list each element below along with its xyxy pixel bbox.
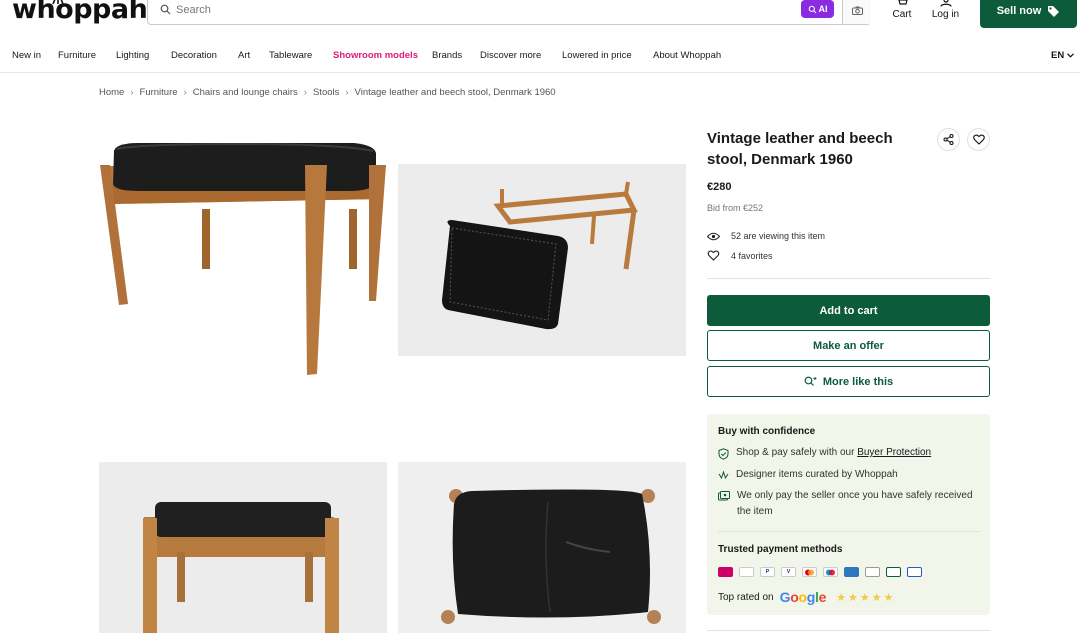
nav-item-tableware[interactable]: Tableware: [269, 50, 312, 61]
whoppah-logo[interactable]: whoppah®: [12, 0, 155, 25]
paypal-icon: P: [760, 567, 775, 577]
divider: [707, 278, 990, 279]
heart-outline-icon: [707, 250, 720, 261]
star-icon: ★: [883, 591, 894, 604]
cart-button[interactable]: Cart: [890, 0, 914, 20]
nav-item-furniture[interactable]: Furniture: [58, 50, 96, 61]
login-button[interactable]: Log in: [929, 0, 962, 20]
chevron-right-icon: ›: [130, 87, 134, 98]
share-icon: [943, 134, 954, 145]
nav-item-lighting[interactable]: Lighting: [116, 50, 149, 61]
buyer-protection-row: Shop & pay safely with our Buyer Protect…: [718, 445, 978, 461]
payment-methods-title: Trusted payment methods: [718, 544, 843, 555]
breadcrumb-item-current: Vintage leather and beech stool, Denmark…: [354, 87, 556, 98]
product-photo-side[interactable]: [99, 462, 387, 633]
ideal-icon: [718, 567, 733, 577]
google-rating: Top rated on Google ★ ★ ★ ★ ★: [718, 589, 894, 605]
breadcrumb-item-chairs[interactable]: Chairs and lounge chairs: [193, 87, 298, 98]
curated-row: Designer items curated by Whoppah: [718, 467, 978, 483]
tag-icon: [1048, 5, 1060, 17]
product-title: Vintage leather and beech stool, Denmark…: [707, 130, 893, 168]
payment-icon: [718, 491, 730, 501]
cart-label: Cart: [892, 9, 912, 20]
visa-icon: V: [781, 567, 796, 577]
star-icon: ★: [859, 591, 870, 604]
nav-item-decoration[interactable]: Decoration: [171, 50, 217, 61]
bancontact-icon: [907, 567, 922, 577]
buy-with-confidence-panel: Buy with confidence Shop & pay safely wi…: [707, 414, 990, 615]
sell-now-button[interactable]: Sell now: [980, 0, 1077, 28]
shield-check-icon: [718, 448, 729, 460]
sparkle-search-icon: [808, 5, 816, 13]
product-price: €280: [707, 181, 732, 193]
more-like-this-button[interactable]: More like this: [707, 366, 990, 397]
camera-search-button[interactable]: [842, 0, 871, 24]
site-header: whoppah® Search AI Cart: [0, 0, 1080, 36]
apple-pay-icon: [865, 567, 880, 577]
amex-icon: [844, 567, 859, 577]
heart-icon: [972, 134, 985, 145]
nav-item-discover-more[interactable]: Discover more: [480, 50, 541, 61]
language-selector[interactable]: EN: [1051, 50, 1075, 61]
product-photo-underside[interactable]: [398, 164, 686, 356]
divider: [718, 531, 980, 532]
google-logo: Google: [779, 589, 827, 605]
confidence-title: Buy with confidence: [718, 426, 816, 437]
search-placeholder: Search: [176, 4, 211, 16]
nav-item-about-whoppah[interactable]: About Whoppah: [653, 50, 721, 61]
breadcrumb-item-home[interactable]: Home: [99, 87, 124, 98]
make-offer-button[interactable]: Make an offer: [707, 330, 990, 361]
star-icon: ★: [836, 591, 846, 604]
search-bar[interactable]: Search AI: [147, 0, 871, 25]
rating-stars: ★ ★ ★ ★ ★: [836, 591, 893, 604]
user-icon: [939, 0, 952, 7]
sparkle-search-icon: [804, 376, 817, 386]
star-icon: ★: [847, 591, 858, 604]
divider: [707, 630, 990, 631]
logo-sun-icon: [52, 0, 64, 5]
camera-icon: [851, 6, 863, 15]
breadcrumb: Home › Furniture › Chairs and lounge cha…: [99, 87, 556, 98]
seller-payment-row: We only pay the seller once you have saf…: [718, 488, 978, 520]
nav-item-showroom-models[interactable]: Showroom models: [333, 50, 418, 61]
search-icon: [160, 4, 171, 15]
login-label: Log in: [931, 9, 960, 20]
card-icon: [886, 567, 901, 577]
nav-item-new-in[interactable]: New in: [12, 50, 41, 61]
nav-item-lowered-in-price[interactable]: Lowered in price: [562, 50, 632, 61]
viewers-count: 52 are viewing this item: [707, 231, 825, 241]
breadcrumb-item-furniture[interactable]: Furniture: [140, 87, 178, 98]
maestro-icon: [823, 567, 838, 577]
chevron-right-icon: ›: [345, 87, 349, 98]
chevron-right-icon: ›: [303, 87, 307, 98]
favorites-count: 4 favorites: [707, 250, 773, 261]
sparkle-icon: [718, 470, 729, 480]
product-photo-front[interactable]: [99, 129, 387, 384]
nav-item-art[interactable]: Art: [238, 50, 250, 61]
add-to-cart-button[interactable]: Add to cart: [707, 295, 990, 326]
bid-info: Bid from €252: [707, 203, 764, 213]
main-nav: New in Furniture Lighting Decoration Art…: [0, 40, 1080, 73]
nav-item-brands[interactable]: Brands: [432, 50, 462, 61]
payment-methods-list: P V: [718, 567, 922, 577]
favorite-button[interactable]: [967, 128, 990, 151]
star-icon: ★: [871, 591, 882, 604]
bank-transfer-icon: [739, 567, 754, 577]
ai-search-button[interactable]: AI: [801, 0, 834, 18]
cart-icon: [898, 0, 908, 5]
share-button[interactable]: [937, 128, 960, 151]
breadcrumb-item-stools[interactable]: Stools: [313, 87, 339, 98]
mastercard-icon: [802, 567, 817, 577]
chevron-right-icon: ›: [183, 87, 187, 98]
eye-icon: [707, 232, 720, 240]
product-photo-top[interactable]: [398, 462, 686, 633]
buyer-protection-link[interactable]: Buyer Protection: [857, 447, 931, 458]
chevron-down-icon: [1067, 53, 1075, 58]
